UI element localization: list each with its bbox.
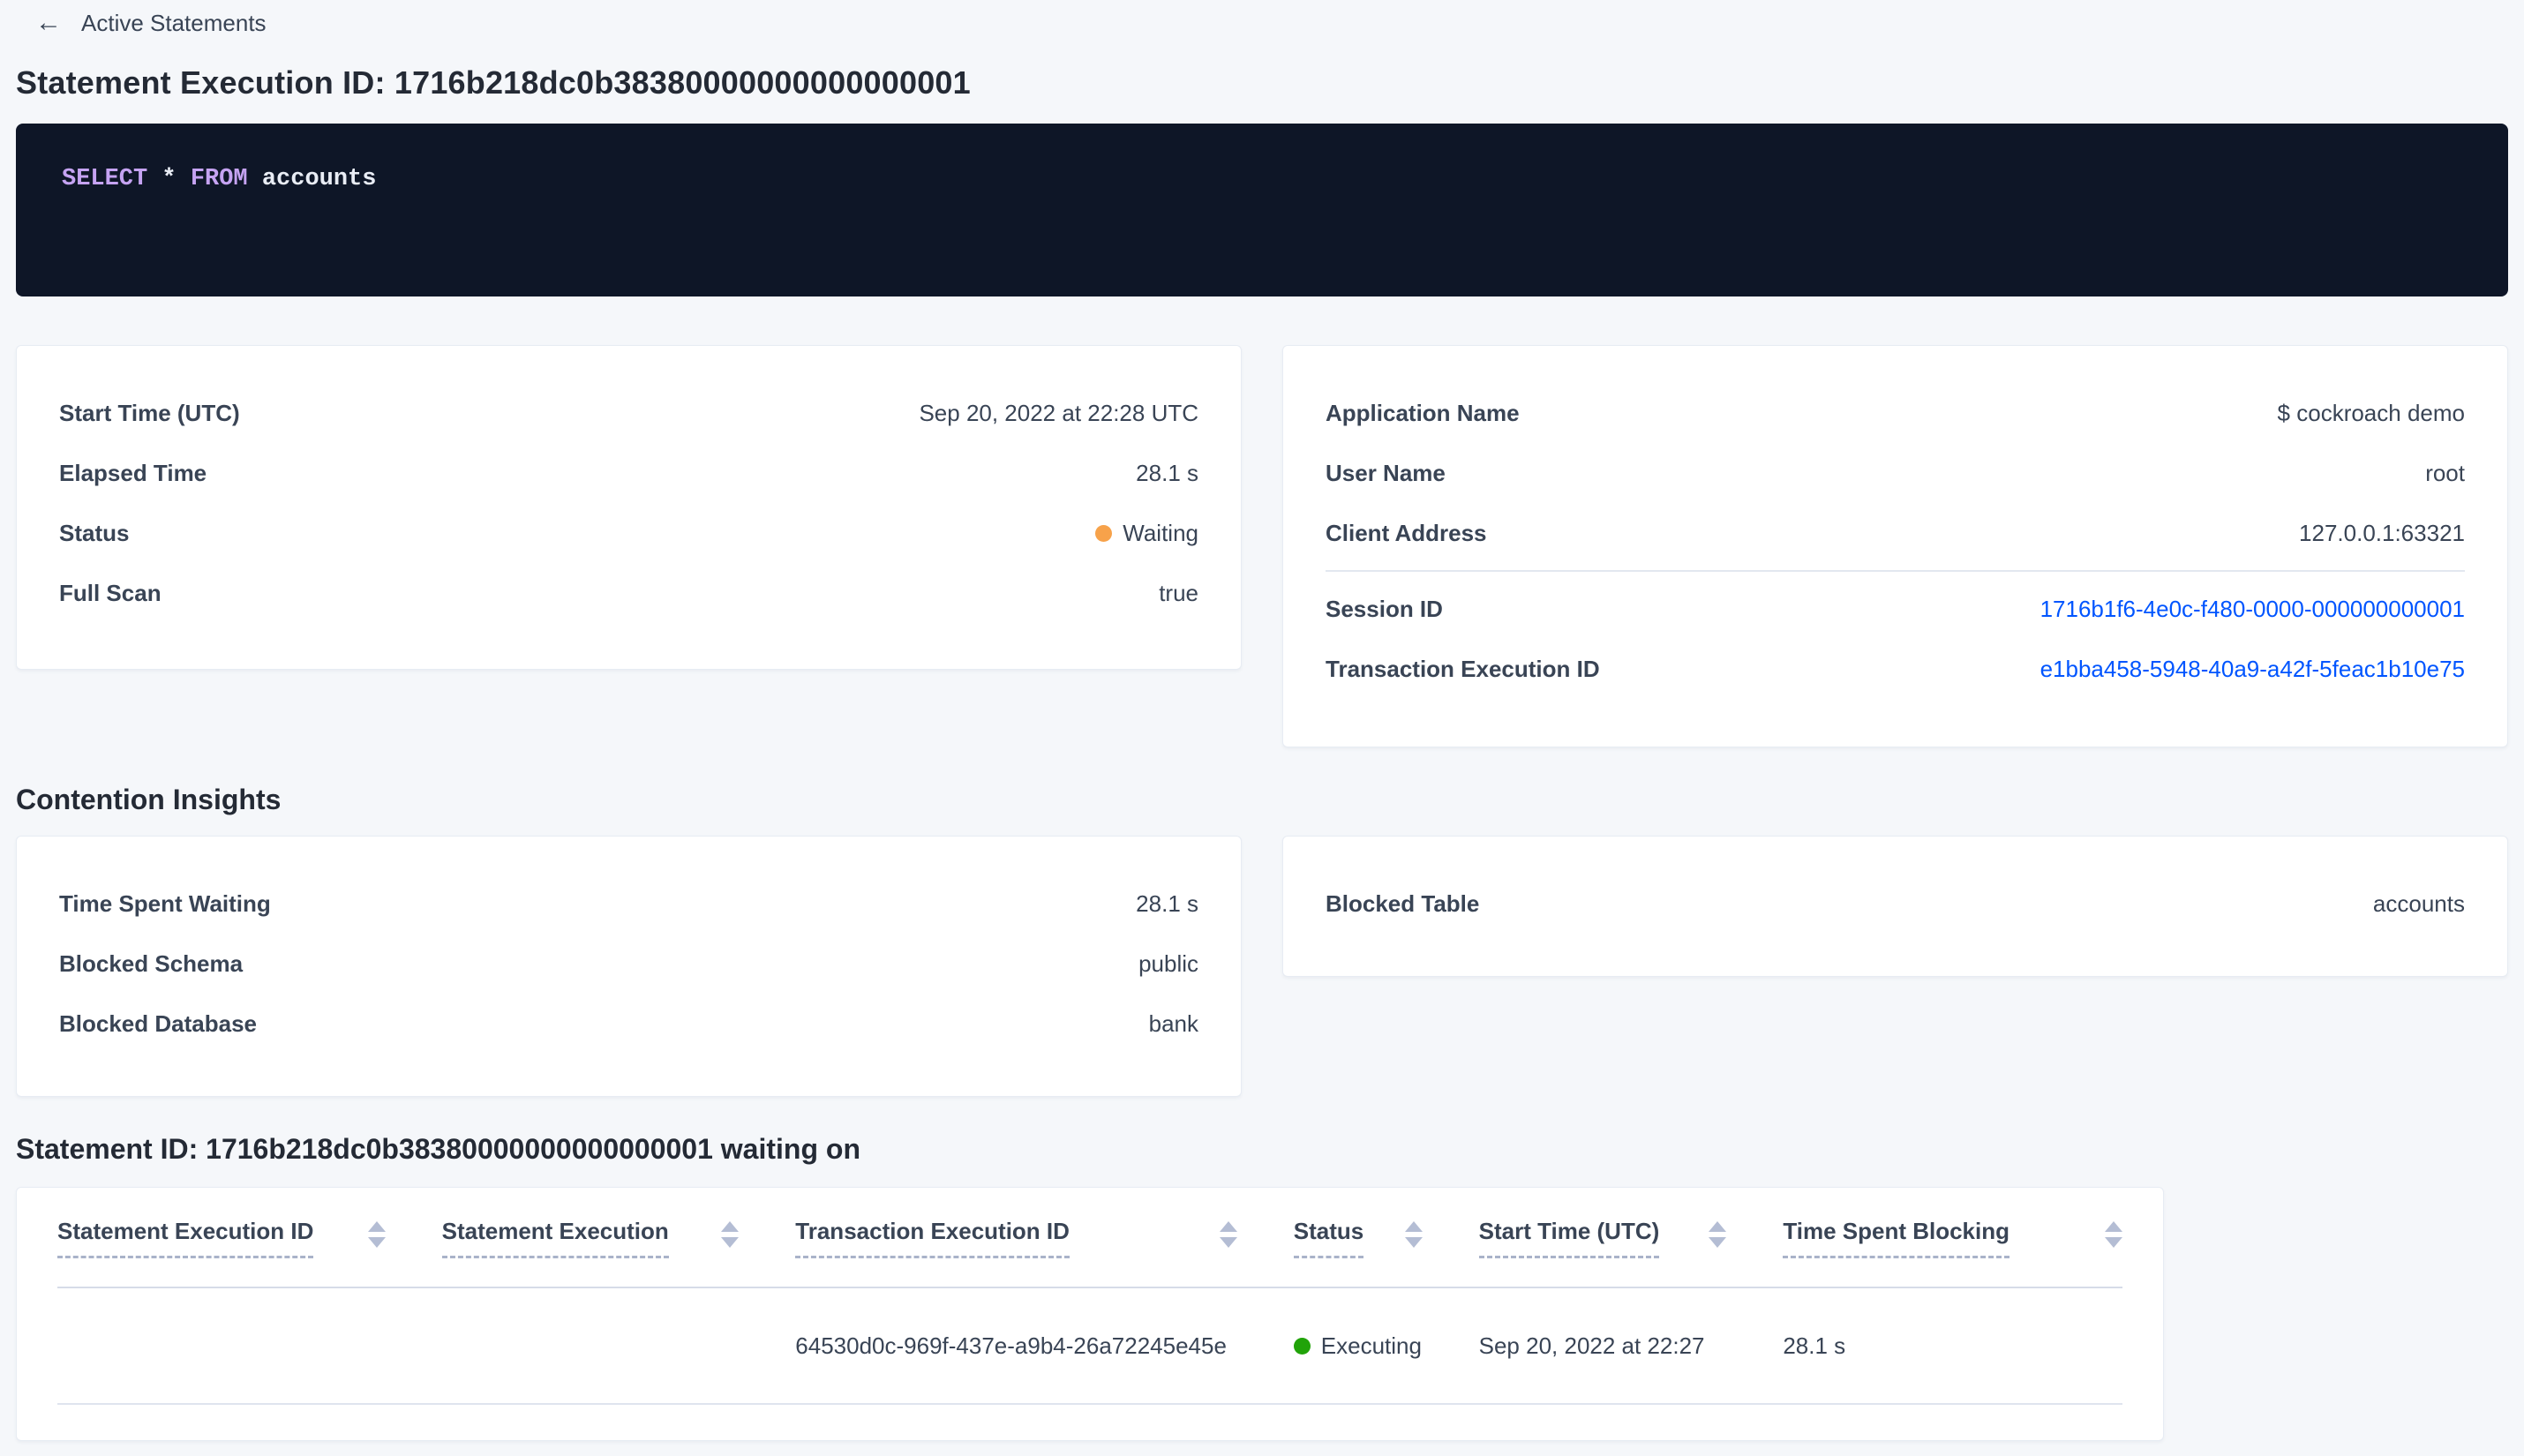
column-header-start-time-label[interactable]: Start Time (UTC) xyxy=(1478,1218,1660,1258)
statement-execution-details-page: ← Active Statements Statement Execution … xyxy=(0,0,2524,1441)
cell-transaction-execution-id: 64530d0c-969f-437e-a9b4-26a72245e45e xyxy=(795,1332,1227,1359)
column-header-transaction-execution-id-label[interactable]: Transaction Execution ID xyxy=(795,1218,1070,1258)
time-spent-waiting-value: 28.1 s xyxy=(1136,889,1198,917)
column-header-status-label[interactable]: Status xyxy=(1293,1218,1364,1258)
user-name-value: root xyxy=(2425,459,2465,486)
waiting-on-heading: Statement ID: 1716b218dc0b38380000000000… xyxy=(16,1133,860,1165)
status-text: Waiting xyxy=(1123,519,1198,546)
column-header-statement-execution-id-label[interactable]: Statement Execution ID xyxy=(57,1218,314,1258)
sql-keyword-select: SELECT xyxy=(62,166,148,192)
status-label: Status xyxy=(59,519,130,546)
column-header-status: Status xyxy=(1293,1218,1479,1258)
start-time-value: Sep 20, 2022 at 22:28 UTC xyxy=(919,399,1198,426)
session-id-label: Session ID xyxy=(1326,595,1443,622)
back-arrow-icon: ← xyxy=(35,8,62,37)
start-time-row: Start Time (UTC) Sep 20, 2022 at 22:28 U… xyxy=(59,383,1198,443)
execution-details-card: Start Time (UTC) Sep 20, 2022 at 22:28 U… xyxy=(16,345,1242,670)
back-link-active-statements[interactable]: ← Active Statements xyxy=(35,7,267,39)
user-name-row: User Name root xyxy=(1326,443,2465,503)
application-name-label: Application Name xyxy=(1326,399,1520,426)
column-header-time-spent-blocking-label[interactable]: Time Spent Blocking xyxy=(1783,1218,2010,1258)
elapsed-time-value: 28.1 s xyxy=(1136,459,1198,486)
blocked-schema-row: Blocked Schema public xyxy=(59,934,1198,994)
full-scan-row: Full Scan true xyxy=(59,563,1198,623)
sql-table-name: accounts xyxy=(247,166,377,192)
sort-icon[interactable] xyxy=(1709,1218,1727,1248)
application-name-row: Application Name $ cockroach demo xyxy=(1326,383,2465,443)
transaction-execution-id-label: Transaction Execution ID xyxy=(1326,655,1600,682)
status-row: Status Waiting xyxy=(59,503,1198,563)
column-header-time-spent-blocking: Time Spent Blocking xyxy=(1783,1218,2122,1258)
client-address-row: Client Address 127.0.0.1:63321 xyxy=(1326,503,2465,563)
blocked-schema-value: public xyxy=(1138,949,1198,977)
sql-star: * xyxy=(147,166,191,192)
blocked-table-value: accounts xyxy=(2372,889,2465,917)
session-id-row: Session ID 1716b1f6-4e0c-f480-0000-00000… xyxy=(1326,579,2465,639)
full-scan-label: Full Scan xyxy=(59,579,162,606)
back-link-label: Active Statements xyxy=(81,9,267,36)
sort-icon[interactable] xyxy=(721,1218,740,1248)
executing-status-dot-icon xyxy=(1293,1337,1311,1355)
cell-status: Executing xyxy=(1293,1332,1479,1360)
status-value: Waiting xyxy=(1095,520,1198,547)
time-spent-waiting-row: Time Spent Waiting 28.1 s xyxy=(59,874,1198,934)
column-header-transaction-execution-id: Transaction Execution ID xyxy=(795,1218,1294,1258)
blocked-database-row: Blocked Database bank xyxy=(59,994,1198,1054)
table-header-row: Statement Execution ID Statement Executi… xyxy=(57,1188,2122,1288)
column-header-statement-execution-label[interactable]: Statement Execution xyxy=(441,1218,669,1258)
full-scan-value: true xyxy=(1159,579,1198,606)
sort-icon[interactable] xyxy=(1219,1218,1237,1248)
waiting-statements-table: Statement Execution ID Statement Executi… xyxy=(16,1187,2164,1441)
sql-statement-text: SELECT * FROM accounts xyxy=(62,164,2462,194)
sort-icon[interactable] xyxy=(1404,1218,1423,1248)
page-title: Statement Execution ID: 1716b218dc0b3838… xyxy=(16,64,971,101)
transaction-execution-id-link[interactable]: e1bba458-5948-40a9-a42f-5feac1b10e75 xyxy=(2040,656,2465,683)
blocked-table-label: Blocked Table xyxy=(1326,889,1480,917)
time-spent-waiting-label: Time Spent Waiting xyxy=(59,889,271,917)
column-header-statement-execution-id: Statement Execution ID xyxy=(57,1218,442,1258)
application-name-value: $ cockroach demo xyxy=(2277,399,2465,426)
column-header-start-time: Start Time (UTC) xyxy=(1478,1218,1784,1258)
cell-start-time: Sep 20, 2022 at 22:27 xyxy=(1478,1332,1705,1359)
elapsed-time-row: Elapsed Time 28.1 s xyxy=(59,443,1198,503)
transaction-execution-id-row: Transaction Execution ID e1bba458-5948-4… xyxy=(1326,639,2465,699)
blocked-database-label: Blocked Database xyxy=(59,1009,257,1037)
client-address-label: Client Address xyxy=(1326,519,1487,546)
blocked-table-card: Blocked Table accounts xyxy=(1282,836,2508,977)
contention-details-card: Time Spent Waiting 28.1 s Blocked Schema… xyxy=(16,836,1242,1097)
sql-statement-box: SELECT * FROM accounts xyxy=(16,124,2508,296)
start-time-label: Start Time (UTC) xyxy=(59,399,240,426)
sort-icon[interactable] xyxy=(2105,1218,2122,1248)
blocked-database-value: bank xyxy=(1148,1009,1198,1037)
table-row: 64530d0c-969f-437e-a9b4-26a72245e45e Exe… xyxy=(57,1288,2122,1405)
session-details-card: Application Name $ cockroach demo User N… xyxy=(1282,345,2508,747)
blocked-table-row: Blocked Table accounts xyxy=(1326,874,2465,934)
cell-time-spent-blocking: 28.1 s xyxy=(1783,1332,1846,1359)
user-name-label: User Name xyxy=(1326,459,1446,486)
client-address-value: 127.0.0.1:63321 xyxy=(2299,519,2465,546)
sql-keyword-from: FROM xyxy=(190,166,248,192)
sort-icon[interactable] xyxy=(367,1218,386,1248)
cell-status-text: Executing xyxy=(1320,1332,1422,1359)
contention-insights-heading: Contention Insights xyxy=(16,784,282,815)
blocked-schema-label: Blocked Schema xyxy=(59,949,244,977)
elapsed-time-label: Elapsed Time xyxy=(59,459,207,486)
session-card-divider xyxy=(1326,570,2465,572)
column-header-statement-execution: Statement Execution xyxy=(441,1218,796,1258)
waiting-status-dot-icon xyxy=(1095,524,1113,542)
session-id-link[interactable]: 1716b1f6-4e0c-f480-0000-000000000001 xyxy=(2040,596,2465,623)
